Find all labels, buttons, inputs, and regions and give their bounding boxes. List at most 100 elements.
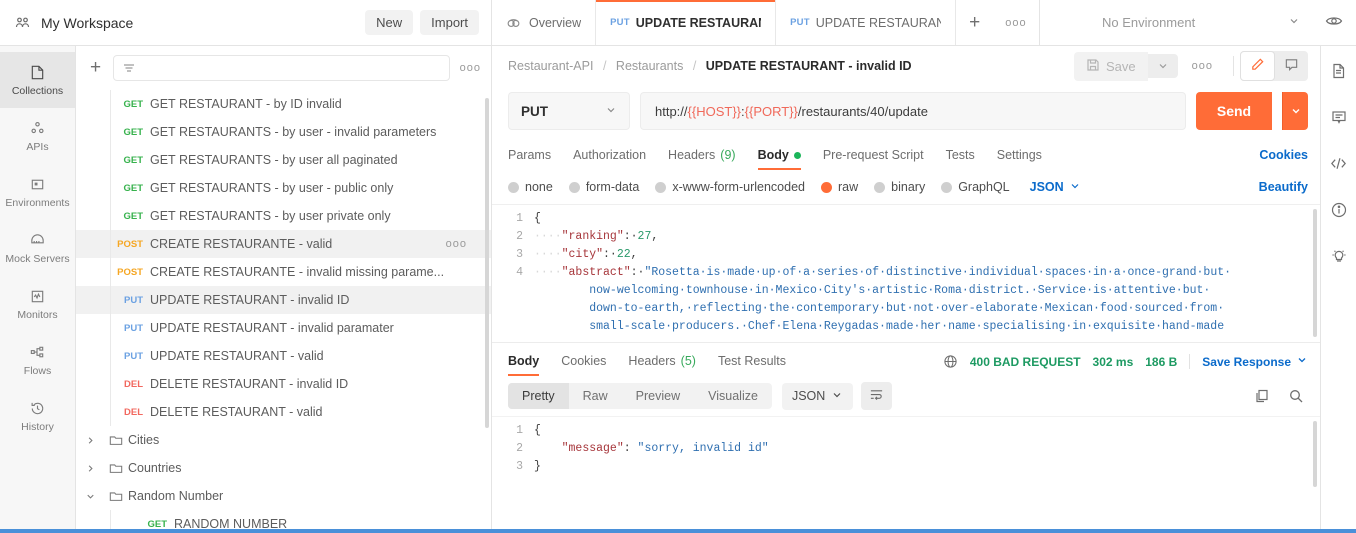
tab-settings[interactable]: Settings — [997, 148, 1042, 170]
response-tab-body[interactable]: Body — [508, 354, 540, 376]
response-tab-headers[interactable]: Headers (5) — [628, 354, 696, 376]
chevron-down-icon[interactable] — [76, 491, 104, 502]
environment-quick-look-button[interactable] — [1312, 0, 1356, 45]
send-options-button[interactable] — [1282, 92, 1308, 130]
response-tab-cookies[interactable]: Cookies — [561, 354, 606, 376]
request-row[interactable]: GET GET RESTAURANTS - by user - invalid p… — [76, 118, 491, 146]
view-visualize-button[interactable]: Visualize — [694, 383, 772, 409]
new-button[interactable]: New — [365, 10, 414, 35]
save-options-button[interactable] — [1147, 54, 1178, 78]
copy-icon[interactable] — [1254, 388, 1270, 404]
tab-count: (5) — [680, 354, 696, 368]
tab-tests[interactable]: Tests — [946, 148, 975, 170]
search-input[interactable] — [113, 55, 450, 81]
body-type-raw[interactable]: raw — [821, 180, 858, 194]
request-row[interactable]: DEL DELETE RESTAURANT - invalid ID — [76, 370, 491, 398]
documentation-icon[interactable] — [1330, 62, 1348, 80]
environment-selector[interactable]: No Environment — [1090, 0, 1312, 45]
request-row[interactable]: GET RANDOM NUMBER — [76, 510, 491, 529]
sidebar-options-button[interactable]: ooo — [460, 62, 481, 74]
response-scrollbar[interactable] — [1313, 421, 1317, 487]
sidebar-item-apis[interactable]: APIs — [0, 108, 75, 164]
view-raw-button[interactable]: Raw — [569, 383, 622, 409]
view-pretty-button[interactable]: Pretty — [508, 383, 569, 409]
sidebar-item-monitors[interactable]: Monitors — [0, 276, 75, 332]
comment-mode-button[interactable] — [1275, 51, 1308, 81]
response-body-viewer[interactable]: 1 2 3 { "message": "sorry, invalid id"} — [492, 416, 1320, 529]
request-method-badge: PUT — [124, 294, 143, 306]
tab-authorization[interactable]: Authorization — [573, 148, 646, 170]
view-preview-button[interactable]: Preview — [622, 383, 694, 409]
import-button[interactable]: Import — [420, 10, 479, 35]
new-tab-button[interactable]: + — [956, 0, 993, 45]
collection-folder-row[interactable]: Countries — [76, 454, 491, 482]
tab-params[interactable]: Params — [508, 148, 551, 170]
request-row[interactable]: GET GET RESTAURANTS - by user private onl… — [76, 202, 491, 230]
response-tab-test-results[interactable]: Test Results — [718, 354, 786, 376]
url-input[interactable]: http://{{HOST}}: {{PORT}}/restaurants/40/… — [640, 92, 1186, 130]
sidebar-scrollbar[interactable] — [485, 98, 489, 428]
request-row[interactable]: GET GET RESTAURANT - by ID invalid — [76, 90, 491, 118]
collection-folder-row[interactable]: Cities — [76, 426, 491, 454]
wrap-lines-button[interactable] — [861, 382, 893, 410]
workspace-icon — [14, 14, 32, 32]
add-collection-button[interactable]: + — [90, 57, 101, 79]
body-type-binary[interactable]: binary — [874, 180, 925, 194]
collection-tree[interactable]: GET GET RESTAURANT - by ID invalid GET GET … — [76, 90, 491, 529]
chevron-right-icon[interactable] — [76, 463, 104, 474]
code-icon[interactable] — [1329, 154, 1348, 173]
body-type-urlencoded[interactable]: x-www-form-urlencoded — [655, 180, 805, 194]
sidebar-item-flows[interactable]: Flows — [0, 332, 75, 388]
request-row[interactable]: GET GET RESTAURANTS - by user all paginat… — [76, 146, 491, 174]
collection-folder-row[interactable]: Random Number — [76, 482, 491, 510]
lightbulb-icon[interactable] — [1330, 247, 1348, 265]
send-button[interactable]: Send — [1196, 92, 1272, 130]
tab-pre-request-script[interactable]: Pre-request Script — [823, 148, 924, 170]
code-line: { — [534, 422, 1304, 440]
request-row[interactable]: PUT UPDATE RESTAURANT - invalid ID — [76, 286, 491, 314]
request-body-code[interactable]: {····"ranking":·27, ····"city":·22, ····"a… — [534, 210, 1320, 336]
tab-body[interactable]: Body — [757, 148, 802, 170]
sidebar-item-environments[interactable]: Environments — [0, 164, 75, 220]
info-icon[interactable] — [1330, 201, 1348, 219]
comment-icon[interactable] — [1330, 108, 1348, 126]
request-row[interactable]: POST CREATE RESTAURANTE - valid ooo — [76, 230, 491, 258]
save-response-button[interactable]: Save Response — [1189, 354, 1308, 369]
request-row[interactable]: PUT UPDATE RESTAURANT - invalid paramater — [76, 314, 491, 342]
request-row[interactable]: PUT UPDATE RESTAURANT - valid — [76, 342, 491, 370]
request-row[interactable]: POST CREATE RESTAURANTE - invalid missing… — [76, 258, 491, 286]
tab-overview[interactable]: Overview — [492, 0, 597, 45]
body-type-form-data[interactable]: form-data — [568, 180, 639, 194]
request-options-button[interactable]: ooo — [446, 238, 467, 250]
save-response-label: Save Response — [1202, 354, 1291, 369]
cookies-link[interactable]: Cookies — [1259, 148, 1308, 170]
request-editor-scrollbar[interactable] — [1313, 209, 1317, 337]
request-row[interactable]: DEL DELETE RESTAURANT - valid — [76, 398, 491, 426]
edit-mode-button[interactable] — [1240, 51, 1275, 81]
body-type-graphql[interactable]: GraphQL — [941, 180, 1010, 194]
request-label: GET RESTAURANTS - by user - public only — [150, 181, 394, 195]
breadcrumb-part[interactable]: Restaurants — [616, 59, 683, 73]
sidebar-item-collections[interactable]: Collections — [0, 52, 75, 108]
tab-update-restaurant-2[interactable]: PUT UPDATE RESTAURANT - — [776, 0, 957, 45]
radio-dot — [568, 181, 580, 193]
tab-headers[interactable]: Headers (9) — [668, 148, 736, 170]
bottom-status-strip — [0, 529, 1356, 533]
response-format-selector[interactable]: JSON — [781, 382, 854, 410]
body-format-selector[interactable]: JSON — [1030, 180, 1081, 195]
beautify-button[interactable]: Beautify — [1259, 180, 1308, 194]
breadcrumb-part[interactable]: Restaurant-API — [508, 59, 593, 73]
request-more-options-button[interactable]: ooo — [1178, 60, 1227, 72]
sidebar-item-mock-servers[interactable]: Mock Servers — [0, 220, 75, 276]
code-token: , — [630, 248, 638, 261]
request-row[interactable]: GET GET RESTAURANTS - by user - public on… — [76, 174, 491, 202]
tab-options-button[interactable]: ooo — [993, 0, 1040, 45]
request-body-editor[interactable]: 1234 {····"ranking":·27, ····"city":·22, ·… — [492, 204, 1320, 342]
sidebar-item-history[interactable]: History — [0, 388, 75, 444]
body-type-none[interactable]: none — [508, 180, 553, 194]
method-selector[interactable]: PUT — [508, 92, 630, 130]
search-icon[interactable] — [1288, 388, 1304, 404]
tab-update-restaurant-invalid-id[interactable]: PUT UPDATE RESTAURANT - — [596, 0, 777, 45]
chevron-right-icon[interactable] — [76, 435, 104, 446]
save-button[interactable]: Save — [1074, 51, 1148, 81]
